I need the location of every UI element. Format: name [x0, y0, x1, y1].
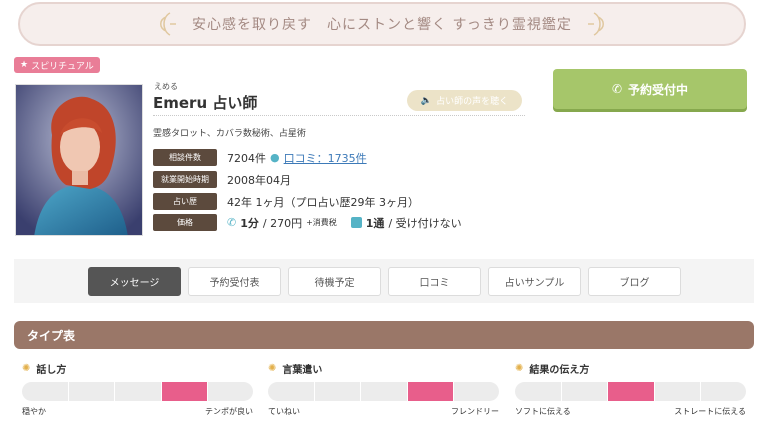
info-row-price: 価格 ✆ 1分 / 270円 +消費税 1通 / 受け付けない: [153, 214, 462, 231]
catchphrase-banner: 安心感を取り戻す 心にストンと響く すっきり霊視鑑定: [18, 2, 746, 46]
consultations-label: 相談件数: [153, 149, 217, 166]
gauge-divider: [160, 382, 162, 401]
tab-message[interactable]: メッセージ: [88, 266, 181, 296]
sun-icon: ✺: [22, 362, 31, 374]
gauge-title: 話し方: [36, 364, 67, 376]
speech-bubble-icon: ●: [270, 151, 280, 164]
gauge-divider: [452, 382, 454, 401]
gauge-divider: [68, 382, 70, 401]
mail-price: / 受け付けない: [388, 216, 462, 230]
left-ornament-icon: [160, 12, 177, 36]
gauge-bar: [22, 382, 253, 401]
banner-text: 安心感を取り戻す 心にストンと響く すっきり霊視鑑定: [192, 17, 572, 33]
gauge-divider: [607, 382, 609, 401]
start-date-value: 2008年04月: [227, 173, 291, 187]
gauge-right-label: テンポが良い: [205, 407, 253, 416]
phone-price: / 270円: [262, 216, 303, 230]
gauge-speaking-style: ✺ 話し方 穏やか テンポが良い: [22, 359, 253, 417]
gauge-divider: [699, 382, 701, 401]
gauge-title: 言葉遣い: [282, 364, 323, 376]
info-row-consultations: 相談件数 7204件 ● 口コミ：1735件: [153, 149, 367, 166]
career-label: 占い歴: [153, 193, 217, 210]
listen-voice-button[interactable]: 🔈 占い師の声を聴く: [407, 90, 522, 111]
category-badge[interactable]: ★ スピリチュアル: [14, 57, 100, 73]
info-row-start-date: 就業開始時期 2008年04月: [153, 171, 291, 188]
phone-unit: 1分: [240, 216, 259, 230]
name-furigana: えめる: [154, 82, 178, 91]
gauge-divider: [206, 382, 208, 401]
gauge-right-label: ストレートに伝える: [674, 407, 746, 416]
gauge-level-fill: [160, 382, 207, 401]
gauge-divider: [114, 382, 116, 401]
consultations-value: 7204件: [227, 151, 266, 165]
gauge-bar: [268, 382, 499, 401]
phone-icon: ✆: [611, 82, 623, 96]
tax-note: +消費税: [306, 218, 337, 227]
start-date-label: 就業開始時期: [153, 171, 217, 188]
gauge-result-delivery: ✺ 結果の伝え方 ソフトに伝える ストレートに伝える: [515, 359, 746, 417]
sun-icon: ✺: [268, 362, 277, 374]
type-table-header: タイプ表: [14, 321, 754, 349]
name-divider: [153, 115, 525, 116]
fortune-teller-photo: [15, 84, 143, 236]
gauge-divider: [360, 382, 362, 401]
tab-reviews[interactable]: 口コミ: [388, 266, 481, 296]
gauge-level-fill: [406, 382, 453, 401]
info-row-career: 占い歴 42年 1ヶ月（プロ占い歴29年 3ヶ月）: [153, 193, 419, 210]
mail-unit: 1通: [365, 216, 385, 230]
reviews-link[interactable]: 口コミ：1735件: [284, 150, 367, 166]
gauge-divider: [653, 382, 655, 401]
profile-tabs: メッセージ 予約受付表 待機予定 口コミ 占いサンプル ブログ: [14, 259, 754, 303]
gauge-bar: [515, 382, 746, 401]
fortune-teller-name: Emeru 占い師: [153, 94, 258, 112]
tab-sample[interactable]: 占いサンプル: [488, 266, 581, 296]
mail-icon: [350, 217, 362, 228]
sun-icon: ✺: [515, 362, 524, 374]
tab-blog[interactable]: ブログ: [588, 266, 681, 296]
gauge-left-label: 穏やか: [22, 407, 46, 416]
gauge-divider: [561, 382, 563, 401]
tab-reservation[interactable]: 予約受付表: [188, 266, 281, 296]
star-icon: ★: [20, 60, 29, 70]
gauge-divider: [406, 382, 408, 401]
category-label: スピリチュアル: [31, 61, 94, 72]
gauge-left-label: ソフトに伝える: [515, 407, 571, 416]
speaker-icon: 🔈: [420, 95, 433, 106]
reserve-button[interactable]: ✆ 予約受付中: [553, 69, 747, 109]
tab-schedule[interactable]: 待機予定: [288, 266, 381, 296]
reserve-button-label: 予約受付中: [628, 82, 689, 97]
gauge-wording: ✺ 言葉遣い ていねい フレンドリー: [268, 359, 499, 417]
phone-price-icon: ✆: [227, 216, 237, 229]
price-label: 価格: [153, 214, 217, 231]
gauge-right-label: フレンドリー: [451, 407, 499, 416]
gauge-title: 結果の伝え方: [529, 364, 590, 376]
career-value: 42年 1ヶ月（プロ占い歴29年 3ヶ月）: [227, 195, 419, 209]
specialties-text: 霊感タロット、カバラ数秘術、占星術: [153, 129, 306, 139]
gauge-left-label: ていねい: [268, 407, 300, 416]
gauge-level-fill: [607, 382, 654, 401]
gauge-divider: [314, 382, 316, 401]
right-ornament-icon: [587, 12, 604, 36]
listen-voice-label: 占い師の声を聴く: [436, 97, 509, 107]
